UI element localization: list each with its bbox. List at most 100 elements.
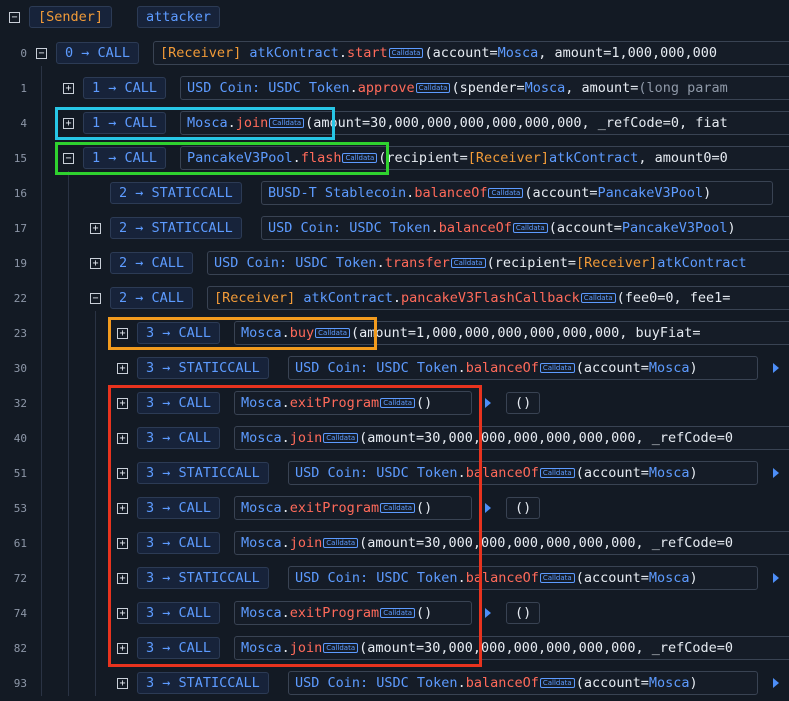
trace-row[interactable]: 17 + 2 → STATICCALL USD Coin: USDC Token… <box>0 211 789 246</box>
expand-icon[interactable]: + <box>117 328 128 339</box>
call-signature[interactable]: USD Coin: USDC Token.balanceOf Calldata (a… <box>288 671 758 695</box>
line-number: 93 <box>13 677 27 690</box>
calldata-icon: Calldata <box>315 328 351 338</box>
call-signature[interactable]: Mosca.join Calldata (amount=30,000,000,000… <box>234 531 789 555</box>
line-number: 61 <box>13 537 27 550</box>
line-number: 40 <box>13 432 27 445</box>
call-type-badge: 1 → CALL <box>83 112 167 134</box>
call-type-badge: 3 → STATICCALL <box>137 672 269 694</box>
line-number: 4 <box>20 117 27 130</box>
expand-icon[interactable]: + <box>117 678 128 689</box>
collapse-icon[interactable]: − <box>36 48 47 59</box>
trace-row[interactable]: 30 + 3 → STATICCALL USD Coin: USDC Token… <box>0 351 789 386</box>
call-signature[interactable]: USD Coin: USDC Token.balanceOf Calldata (a… <box>261 216 789 240</box>
trace-row[interactable]: 51 + 3 → STATICCALL USD Coin: USDC Token… <box>0 456 789 491</box>
expand-result-icon[interactable] <box>773 468 779 478</box>
call-signature[interactable]: USD Coin: USDC Token.transfer Calldata (re… <box>207 251 789 275</box>
trace-row[interactable]: 40 + 3 → CALL Mosca.join Calldata (amount=… <box>0 421 789 456</box>
call-type-badge: 2 → STATICCALL <box>110 182 242 204</box>
expand-icon[interactable]: + <box>90 258 101 269</box>
trace-row[interactable]: 82 + 3 → CALL Mosca.join Calldata (amount=… <box>0 631 789 666</box>
expand-icon[interactable]: + <box>117 573 128 584</box>
call-signature[interactable]: USD Coin: USDC Token.approve Calldata (spe… <box>180 76 789 100</box>
calldata-icon: Calldata <box>539 678 575 688</box>
call-type-badge: 3 → CALL <box>137 427 221 449</box>
call-type-badge: 1 → CALL <box>83 77 167 99</box>
trace-row[interactable]: 93 + 3 → STATICCALL USD Coin: USDC Token… <box>0 666 789 701</box>
line-number: 23 <box>13 327 27 340</box>
expand-result-icon[interactable] <box>485 608 491 618</box>
calldata-icon: Calldata <box>580 293 616 303</box>
calldata-icon: Calldata <box>342 153 378 163</box>
call-signature[interactable]: BUSD-T Stablecoin.balanceOf Calldata (acco… <box>261 181 773 205</box>
call-signature[interactable]: Mosca.exitProgram Calldata() <box>234 391 472 415</box>
collapse-icon[interactable]: − <box>90 293 101 304</box>
trace-row[interactable]: 61 + 3 → CALL Mosca.join Calldata (amount=… <box>0 526 789 561</box>
call-signature[interactable]: PancakeV3Pool.flash Calldata (recipient=[R… <box>180 146 789 170</box>
expand-icon[interactable]: + <box>117 643 128 654</box>
call-signature[interactable]: USD Coin: USDC Token.balanceOf Calldata (a… <box>288 356 758 380</box>
call-signature[interactable]: Mosca.exitProgram Calldata() <box>234 496 472 520</box>
expand-icon[interactable]: + <box>117 363 128 374</box>
expand-icon[interactable]: + <box>117 538 128 549</box>
trace-row[interactable]: 22 − 2 → CALL [Receiver] atkContract.pan… <box>0 281 789 316</box>
expand-result-icon[interactable] <box>773 363 779 373</box>
expand-result-icon[interactable] <box>773 678 779 688</box>
call-signature[interactable]: Mosca.join Calldata (amount=30,000,000,000… <box>234 426 789 450</box>
calldata-icon: Calldata <box>323 643 359 653</box>
return-value: () <box>506 392 541 414</box>
sender-row: − [Sender] attacker <box>0 0 789 35</box>
call-type-badge: 1 → CALL <box>83 147 167 169</box>
return-value: () <box>506 602 541 624</box>
line-number: 22 <box>13 292 27 305</box>
call-signature[interactable]: Mosca.join Calldata (amount=30,000,000,000… <box>180 111 789 135</box>
expand-icon[interactable]: + <box>63 83 74 94</box>
call-signature[interactable]: [Receiver] atkContract.start Calldata (acc… <box>153 41 789 65</box>
calldata-icon: Calldata <box>380 398 416 408</box>
expand-result-icon[interactable] <box>485 503 491 513</box>
calldata-icon: Calldata <box>380 503 416 513</box>
calldata-icon: Calldata <box>323 433 359 443</box>
trace-row[interactable]: 23 + 3 → CALL Mosca.buy Calldata (amount=1… <box>0 316 789 351</box>
trace-row[interactable]: 72 + 3 → STATICCALL USD Coin: USDC Token… <box>0 561 789 596</box>
call-type-badge: 3 → STATICCALL <box>137 462 269 484</box>
trace-row[interactable]: 32 + 3 → CALL Mosca.exitProgram Calldata(… <box>0 386 789 421</box>
calldata-icon: Calldata <box>539 573 575 583</box>
trace-row[interactable]: 19 + 2 → CALL USD Coin: USDC Token.trans… <box>0 246 789 281</box>
call-type-badge: 3 → CALL <box>137 392 221 414</box>
trace-row[interactable]: 15 − 1 → CALL PancakeV3Pool.flash Calldat… <box>0 141 789 176</box>
sender-address[interactable]: attacker <box>137 6 221 28</box>
call-signature[interactable]: Mosca.buy Calldata (amount=1,000,000,000,0… <box>234 321 789 345</box>
call-signature[interactable]: Mosca.join Calldata (amount=30,000,000,000… <box>234 636 789 660</box>
collapse-icon[interactable]: − <box>63 153 74 164</box>
trace-row[interactable]: 0 − 0 → CALL [Receiver] atkContract.star… <box>0 36 789 71</box>
call-type-badge: 3 → CALL <box>137 637 221 659</box>
call-signature[interactable]: USD Coin: USDC Token.balanceOf Calldata (a… <box>288 461 758 485</box>
expand-icon[interactable]: + <box>117 503 128 514</box>
expand-icon[interactable]: + <box>117 433 128 444</box>
call-signature[interactable]: Mosca.exitProgram Calldata() <box>234 601 472 625</box>
call-type-badge: 2 → CALL <box>110 287 194 309</box>
calldata-icon: Calldata <box>269 118 305 128</box>
call-type-badge: 3 → CALL <box>137 497 221 519</box>
expand-icon[interactable]: + <box>117 398 128 409</box>
expand-icon[interactable]: + <box>117 608 128 619</box>
calldata-icon: Calldata <box>539 363 575 373</box>
call-signature[interactable]: USD Coin: USDC Token.balanceOf Calldata (a… <box>288 566 758 590</box>
collapse-icon[interactable]: − <box>9 12 20 23</box>
trace-row[interactable]: 53 + 3 → CALL Mosca.exitProgram Calldata(… <box>0 491 789 526</box>
calldata-icon: Calldata <box>388 48 424 58</box>
expand-icon[interactable]: + <box>117 468 128 479</box>
expand-result-icon[interactable] <box>773 573 779 583</box>
expand-result-icon[interactable] <box>485 398 491 408</box>
trace-row[interactable]: 16 2 → STATICCALL BUSD-T Stablecoin.bala… <box>0 176 789 211</box>
trace-row[interactable]: 74 + 3 → CALL Mosca.exitProgram Calldata(… <box>0 596 789 631</box>
trace-row[interactable]: 1 + 1 → CALL USD Coin: USDC Token.approv… <box>0 71 789 106</box>
call-type-badge: 3 → STATICCALL <box>137 567 269 589</box>
call-signature[interactable]: [Receiver] atkContract.pancakeV3FlashCal… <box>207 286 789 310</box>
expand-icon[interactable]: + <box>63 118 74 129</box>
trace-row[interactable]: 4 + 1 → CALL Mosca.join Calldata (amount=3… <box>0 106 789 141</box>
line-number: 53 <box>13 502 27 515</box>
expand-icon[interactable]: + <box>90 223 101 234</box>
calldata-icon: Calldata <box>512 223 548 233</box>
